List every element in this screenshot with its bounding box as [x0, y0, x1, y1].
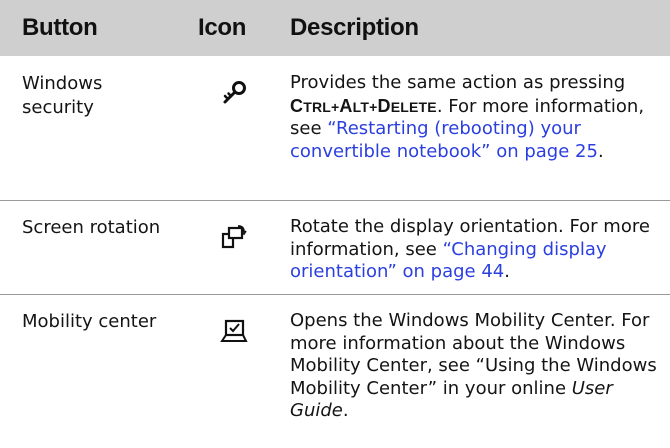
description-text: Provides the same action as pressing — [290, 72, 626, 93]
description: Provides the same action as pressing CTR… — [290, 72, 660, 163]
key-ctrl: CTRL — [290, 95, 332, 116]
restarting-link[interactable]: “Restarting (rebooting) your convertible… — [290, 118, 598, 162]
header-button: Button — [22, 14, 98, 41]
table-header: Button Icon Description — [0, 0, 670, 56]
screen-rotation-icon — [220, 224, 248, 250]
button-name: Mobility center — [22, 311, 157, 332]
table-row: Screen rotation Rotate the display orien… — [0, 200, 670, 295]
key-alt: ALT — [339, 95, 370, 116]
description: Opens the Windows Mobility Center. For m… — [290, 310, 660, 423]
key-delete: DELETE — [377, 95, 437, 116]
description-text: . — [504, 261, 510, 282]
description: Rotate the display orientation. For more… — [290, 216, 660, 284]
description-text: . — [342, 400, 349, 421]
table-row: Windows security Provides the same actio… — [0, 56, 670, 201]
table-row: Mobility center Opens the Windows Mobili… — [0, 294, 670, 448]
mobility-center-icon — [220, 318, 248, 344]
button-name: Screen rotation — [22, 217, 161, 238]
key-combo: CTRL+ALT+DELETE — [290, 95, 437, 116]
header-description: Description — [290, 14, 419, 41]
button-name: Windows security — [22, 73, 103, 118]
header-icon: Icon — [198, 14, 247, 41]
button-reference-table: Button Icon Description Windows security… — [0, 0, 670, 448]
key-icon — [220, 80, 248, 106]
description-text: . — [597, 140, 604, 162]
